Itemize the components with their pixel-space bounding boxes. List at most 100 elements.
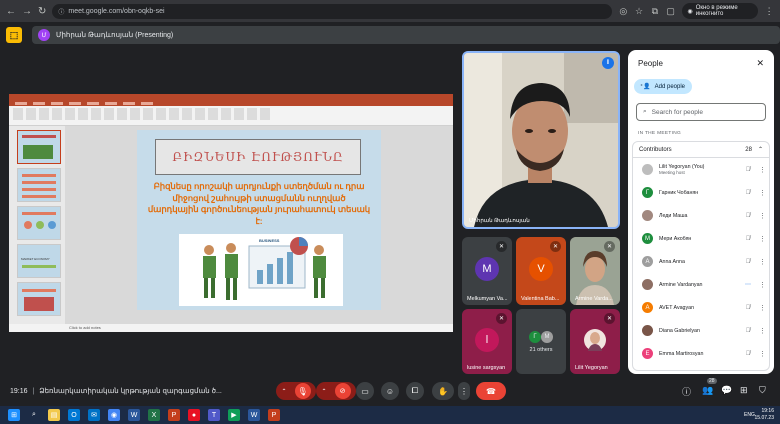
- participant-row[interactable]: A AVET Avagyan 🎙̸ ⋮: [633, 296, 769, 319]
- leave-call-button[interactable]: ☎: [476, 382, 506, 400]
- participant-tile[interactable]: ✕ Lilit Yegoryan: [570, 309, 620, 374]
- participant-row[interactable]: Armine Vardanyan ⋯ ⋮: [633, 273, 769, 296]
- file-explorer-icon[interactable]: ▤: [48, 409, 60, 421]
- camera-toggle-button[interactable]: ⌃ ⊘: [316, 382, 356, 400]
- slide-body-text: Բիզնեսը որոշակի արդյունքի ստեղծման ու դր…: [147, 181, 371, 226]
- participant-tile[interactable]: ✕ Armine Varda...: [570, 237, 620, 305]
- mail-icon[interactable]: ✉: [88, 409, 100, 421]
- present-button[interactable]: ⧠: [406, 382, 424, 400]
- participant-row[interactable]: E Emma Martirosyan 🎙̸ ⋮: [633, 342, 769, 365]
- back-icon[interactable]: ←: [6, 6, 16, 17]
- eye-off-icon[interactable]: ◎: [618, 6, 628, 17]
- thumb-label: MARKET ECONOMY: [21, 257, 50, 261]
- windows-start-icon[interactable]: ⊞: [8, 409, 20, 421]
- more-vert-icon[interactable]: ⋮: [759, 235, 766, 243]
- slide-thumbnail: [17, 206, 61, 240]
- mic-off-icon[interactable]: 🎙̸: [743, 328, 753, 334]
- people-panel: People ✕ ⁺👤 Add people ⌕ Search for peop…: [628, 50, 774, 374]
- address-bar[interactable]: ⓘ meet.google.com/obn-oqkb-sei: [52, 3, 613, 19]
- raise-hand-button[interactable]: ✋: [432, 382, 454, 400]
- chat-icon[interactable]: 💬: [721, 385, 732, 396]
- clock-time: 19:16: [761, 408, 774, 414]
- speaking-dots-icon[interactable]: ⋯: [743, 281, 753, 288]
- incognito-badge[interactable]: ◉ Окно в режиме инкогнито: [681, 3, 759, 19]
- profile-icon[interactable]: ▢: [666, 6, 676, 17]
- participant-name-block: Armine Vardanyan: [659, 282, 737, 288]
- participant-tile[interactable]: M ✕ Melkumyan Va...: [462, 237, 512, 305]
- more-vert-icon[interactable]: ⋮: [759, 281, 766, 289]
- more-options-button[interactable]: ⋮: [458, 382, 470, 400]
- participant-row[interactable]: Lilit Yegoryan (You) Meeting host 🎙̸ ⋮: [633, 158, 769, 181]
- participant-avatar: [642, 279, 653, 290]
- participant-row[interactable]: A Anna Anna 🎙̸ ⋮: [633, 250, 769, 273]
- mic-toggle-button[interactable]: ⌃ 🎙: [276, 382, 316, 400]
- more-vert-icon[interactable]: ⋮: [759, 212, 766, 220]
- menu-dots-icon[interactable]: ⋮: [764, 6, 774, 17]
- more-vert-icon[interactable]: ⋮: [759, 166, 766, 174]
- meet-logo-icon: ⬚: [6, 27, 22, 43]
- participant-row[interactable]: Г Гарник Чобанян 🎙̸ ⋮: [633, 181, 769, 204]
- participant-row[interactable]: М Мери Акобян 🎙̸ ⋮: [633, 227, 769, 250]
- extensions-icon[interactable]: ⧉: [650, 6, 660, 17]
- mic-off-icon[interactable]: 🎙̸: [743, 190, 753, 196]
- more-vert-icon[interactable]: ⋮: [759, 258, 766, 266]
- activities-icon[interactable]: ⊞: [740, 385, 748, 396]
- excel-icon[interactable]: X: [148, 409, 160, 421]
- main-speaker-tile[interactable]: ⦀ Միհրան Թադևոսյան: [462, 51, 620, 229]
- participant-row[interactable]: Леди Маша 🎙̸ ⋮: [633, 204, 769, 227]
- search-icon[interactable]: ⌕: [28, 409, 40, 421]
- contributors-header[interactable]: Contributors 28 ⌃: [633, 142, 769, 158]
- add-people-label: Add people: [654, 83, 686, 90]
- reload-icon[interactable]: ↻: [38, 6, 46, 17]
- taskbar-clock[interactable]: 19:16 15.07.23: [755, 408, 774, 422]
- others-tile[interactable]: Г M 21 others: [516, 309, 566, 374]
- close-icon[interactable]: ✕: [756, 58, 764, 69]
- emoji-button[interactable]: ☺: [381, 382, 399, 400]
- chevron-up-icon[interactable]: ⌃: [758, 146, 763, 153]
- participant-row[interactable]: Diana Gabrielyan 🎙̸ ⋮: [633, 319, 769, 342]
- mic-off-icon[interactable]: 🎙̸: [743, 305, 753, 311]
- forward-icon[interactable]: →: [22, 6, 32, 17]
- more-vert-icon[interactable]: ⋮: [759, 304, 766, 312]
- meet-app-icon[interactable]: ▶: [228, 409, 240, 421]
- mic-off-icon[interactable]: 🎙̸: [743, 259, 753, 265]
- participant-name: Мери Акобян: [659, 235, 692, 242]
- record-icon[interactable]: ●: [188, 409, 200, 421]
- more-vert-icon[interactable]: ⋮: [759, 327, 766, 335]
- search-people-input[interactable]: ⌕ Search for people: [636, 103, 766, 121]
- slide-canvas: ԲԻԶՆԵՍԻ ԷՈՒԹՅՈՒՆԸ Բիզնեսը որոշակի արդյու…: [65, 126, 453, 324]
- outlook-icon[interactable]: O: [68, 409, 80, 421]
- mic-off-icon[interactable]: 🎙̸: [743, 351, 753, 357]
- language-indicator[interactable]: ENG: [744, 412, 755, 418]
- more-vert-icon[interactable]: ⋮: [759, 350, 766, 358]
- participant-tile[interactable]: l ✕ lusine sargsyan: [462, 309, 512, 374]
- word-doc-icon[interactable]: W: [248, 409, 260, 421]
- chrome-icon[interactable]: ◉: [108, 409, 120, 421]
- search-placeholder: Search for people: [651, 108, 703, 116]
- business-people-image: BUSINESS: [179, 234, 343, 306]
- star-icon[interactable]: ☆: [634, 6, 644, 17]
- info-icon[interactable]: ⓘ: [682, 385, 691, 398]
- mic-off-icon[interactable]: 🎙̸: [743, 213, 753, 219]
- site-info-icon[interactable]: ⓘ: [58, 7, 64, 16]
- presenting-chip[interactable]: Մ Միհրան Թադևոսյան (Presenting): [31, 26, 780, 44]
- others-avatar: M: [541, 331, 553, 343]
- slide-thumbnail: [17, 130, 61, 164]
- ppt-doc-icon[interactable]: P: [268, 409, 280, 421]
- chevron-up-icon[interactable]: ⌃: [321, 388, 326, 395]
- add-people-button[interactable]: ⁺👤 Add people: [634, 79, 692, 94]
- main-speaker-name: Միհրան Թադևոսյան: [469, 218, 530, 224]
- mic-off-icon[interactable]: 🎙̸: [743, 236, 753, 242]
- mic-off-icon: ✕: [604, 313, 615, 324]
- captions-button[interactable]: ▭: [356, 382, 374, 400]
- participant-name-block: Emma Martirosyan: [659, 351, 737, 357]
- powerpoint-icon[interactable]: P: [168, 409, 180, 421]
- people-icon[interactable]: 👥: [702, 385, 713, 396]
- chevron-up-icon[interactable]: ⌃: [281, 388, 286, 395]
- teams-icon[interactable]: T: [208, 409, 220, 421]
- host-controls-icon[interactable]: ⛉: [759, 385, 766, 396]
- participant-tile[interactable]: V ✕ Valentina Bab...: [516, 237, 566, 305]
- mic-off-icon[interactable]: 🎙̸: [743, 167, 753, 173]
- more-vert-icon[interactable]: ⋮: [759, 189, 766, 197]
- word-icon[interactable]: W: [128, 409, 140, 421]
